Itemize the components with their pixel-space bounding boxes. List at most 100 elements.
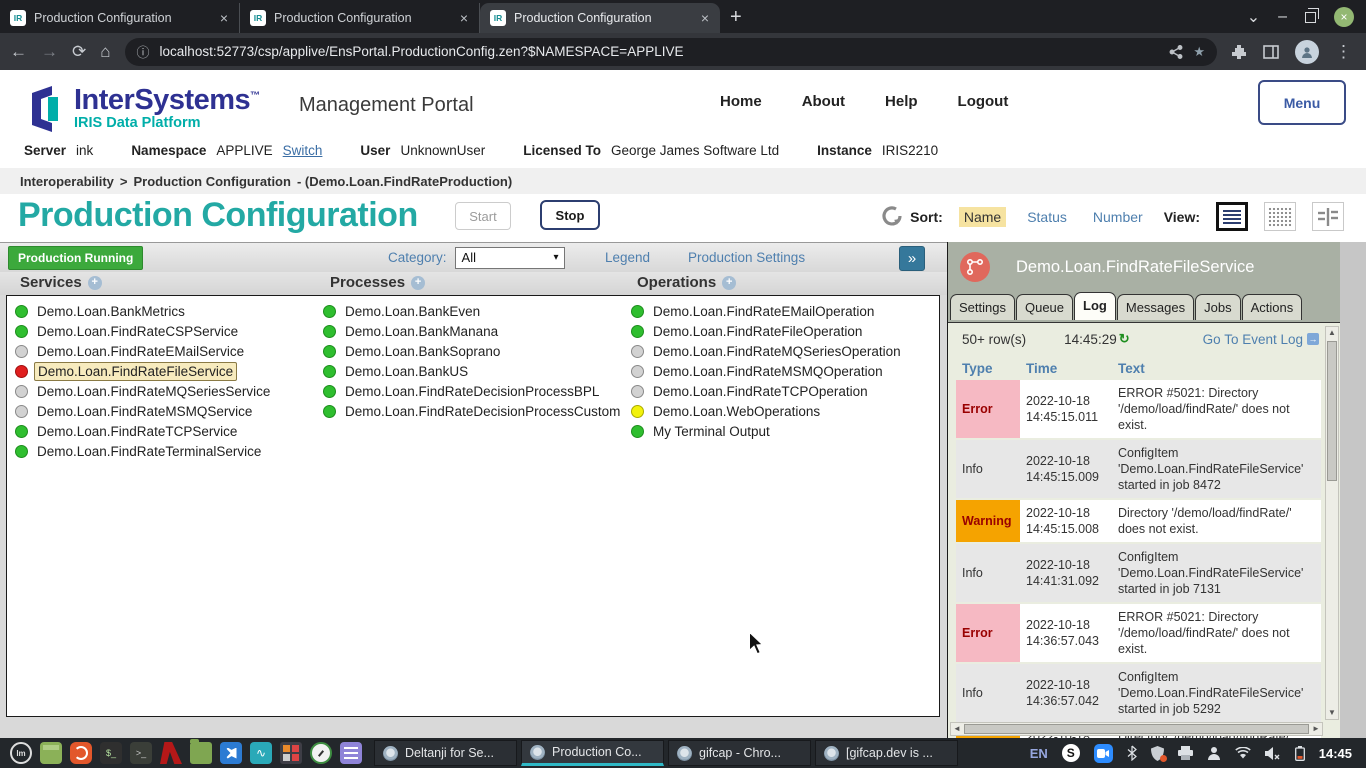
scroll-down-icon[interactable]: ▼ [1326,707,1338,719]
dock-app-icon[interactable] [70,742,92,764]
vscroll-thumb[interactable] [1327,341,1337,481]
log-col-type[interactable]: Type [956,357,1020,380]
log-row[interactable]: Info 2022-10-18 14:36:57.042 ConfigItem … [956,663,1321,723]
scroll-left-icon[interactable]: ◄ [951,723,963,735]
service-item[interactable]: Demo.Loan.FindRateCSPService [15,321,273,341]
log-row[interactable]: Error 2022-10-18 14:36:57.043 ERROR #502… [956,603,1321,663]
scroll-right-icon[interactable]: ► [1310,723,1322,735]
refresh-log-icon[interactable]: ↻ [1119,331,1130,347]
dock-app-icon[interactable]: >_ [130,742,152,764]
dock-app-icon[interactable]: $_ [100,742,122,764]
start-button[interactable]: Start [455,202,511,230]
category-select[interactable]: All ▾ [455,247,565,269]
browser-tab[interactable]: IR Production Configuration × [480,3,720,33]
browser-tab[interactable]: IR Production Configuration × [240,3,480,33]
operation-item[interactable]: Demo.Loan.FindRateEMailOperation [631,301,904,321]
log-row[interactable]: Warning 2022-10-18 14:45:15.008 Director… [956,499,1321,543]
dock-app-icon[interactable] [310,742,332,764]
printer-icon[interactable] [1178,746,1193,760]
dock-app-icon[interactable] [280,742,302,764]
operation-item[interactable]: Demo.Loan.FindRateMSMQOperation [631,361,904,381]
panel-tab[interactable]: Actions [1242,294,1303,320]
browser-tab[interactable]: IR Production Configuration × [0,3,240,33]
taskbar-window-button[interactable]: gifcap - Chro... [668,740,811,766]
service-item[interactable]: Demo.Loan.FindRateMSMQService [15,401,273,421]
menu-button[interactable]: Menu [1258,80,1346,125]
production-settings-link[interactable]: Production Settings [688,250,805,265]
breadcrumb-root-link[interactable]: Interoperability [20,174,114,189]
service-item[interactable]: Demo.Loan.FindRateMQSeriesService [15,381,273,401]
operation-item[interactable]: Demo.Loan.FindRateMQSeriesOperation [631,341,904,361]
skype-tray-icon[interactable]: S [1062,744,1080,762]
add-operation-button[interactable]: + [722,276,736,290]
taskbar-window-button[interactable]: Deltanji for Se... [374,740,517,766]
extensions-puzzle-icon[interactable] [1231,44,1247,60]
process-item[interactable]: Demo.Loan.BankSoprano [323,341,623,361]
sort-option[interactable]: Status [1022,207,1072,227]
reload-icon[interactable]: ⟳ [72,42,86,62]
view-list-button[interactable] [1216,202,1248,231]
close-window-button[interactable]: × [1334,7,1354,27]
service-item[interactable]: Demo.Loan.FindRateTCPService [15,421,273,441]
forward-icon[interactable]: → [41,42,58,62]
home-icon[interactable]: ⌂ [100,42,110,62]
service-item[interactable]: Demo.Loan.FindRateFileService [15,361,273,381]
dock-app-icon[interactable]: lm [10,742,32,764]
battery-icon[interactable] [1295,746,1305,761]
process-item[interactable]: Demo.Loan.BankUS [323,361,623,381]
panel-tab[interactable]: Queue [1016,294,1073,320]
switch-namespace-link[interactable]: Switch [283,143,323,158]
tab-close-icon[interactable]: × [457,10,471,26]
process-item[interactable]: Demo.Loan.FindRateDecisionProcessCustom [323,401,623,421]
user-tray-icon[interactable] [1207,746,1221,760]
taskbar-window-button[interactable]: Production Co... [521,740,664,766]
operation-item[interactable]: Demo.Loan.WebOperations [631,401,904,421]
video-camera-icon[interactable] [1094,744,1113,763]
process-item[interactable]: Demo.Loan.BankManana [323,321,623,341]
wifi-icon[interactable] [1235,747,1251,759]
process-item[interactable]: Demo.Loan.FindRateDecisionProcessBPL [323,381,623,401]
share-icon[interactable] [1169,45,1183,59]
profile-avatar[interactable] [1295,40,1319,64]
back-icon[interactable]: ← [10,42,27,62]
view-split-button[interactable] [1312,202,1344,231]
language-indicator[interactable]: EN [1030,746,1048,761]
new-tab-button[interactable]: + [720,6,754,33]
tab-search-icon[interactable]: ⌄ [1247,7,1260,27]
minimize-button[interactable]: – [1278,8,1287,26]
restore-button[interactable] [1305,12,1316,23]
service-item[interactable]: Demo.Loan.FindRateTerminalService [15,441,273,461]
log-col-text[interactable]: Text [1112,357,1321,380]
log-vertical-scrollbar[interactable]: ▲ ▼ [1325,326,1339,720]
panel-tab[interactable]: Jobs [1195,294,1240,320]
log-horizontal-scrollbar[interactable]: ◄ ► [950,722,1323,736]
add-service-button[interactable]: + [88,276,102,290]
panel-tab[interactable]: Log [1074,292,1116,320]
add-process-button[interactable]: + [411,276,425,290]
taskbar-window-button[interactable]: [gifcap.dev is ... [815,740,958,766]
log-col-time[interactable]: Time [1020,357,1112,380]
taskbar-clock[interactable]: 14:45 [1319,746,1352,761]
dock-app-icon[interactable]: ∿ [250,742,272,764]
tab-close-icon[interactable]: × [698,10,712,26]
go-to-event-log-link[interactable]: Go To Event Log → [1203,332,1319,347]
legend-link[interactable]: Legend [605,250,650,265]
portal-nav-link[interactable]: Logout [958,93,1009,110]
url-text[interactable]: localhost:52773/csp/applive/EnsPortal.Pr… [160,44,1160,59]
panel-tab[interactable]: Settings [950,294,1015,320]
volume-muted-icon[interactable] [1265,747,1281,760]
operation-item[interactable]: Demo.Loan.FindRateFileOperation [631,321,904,341]
dock-app-icon[interactable] [190,742,212,764]
operation-item[interactable]: Demo.Loan.FindRateTCPOperation [631,381,904,401]
portal-nav-link[interactable]: About [802,93,845,110]
portal-nav-link[interactable]: Help [885,93,918,110]
sort-option[interactable]: Number [1088,207,1148,227]
operation-item[interactable]: My Terminal Output [631,421,904,441]
bluetooth-icon[interactable] [1127,745,1137,761]
stop-button[interactable]: Stop [540,200,600,230]
url-bar[interactable]: ⓘ localhost:52773/csp/applive/EnsPortal.… [125,38,1217,66]
scroll-up-icon[interactable]: ▲ [1326,327,1338,339]
site-info-icon[interactable]: ⓘ [137,42,150,61]
service-item[interactable]: Demo.Loan.FindRateEMailService [15,341,273,361]
portal-nav-link[interactable]: Home [720,93,762,110]
